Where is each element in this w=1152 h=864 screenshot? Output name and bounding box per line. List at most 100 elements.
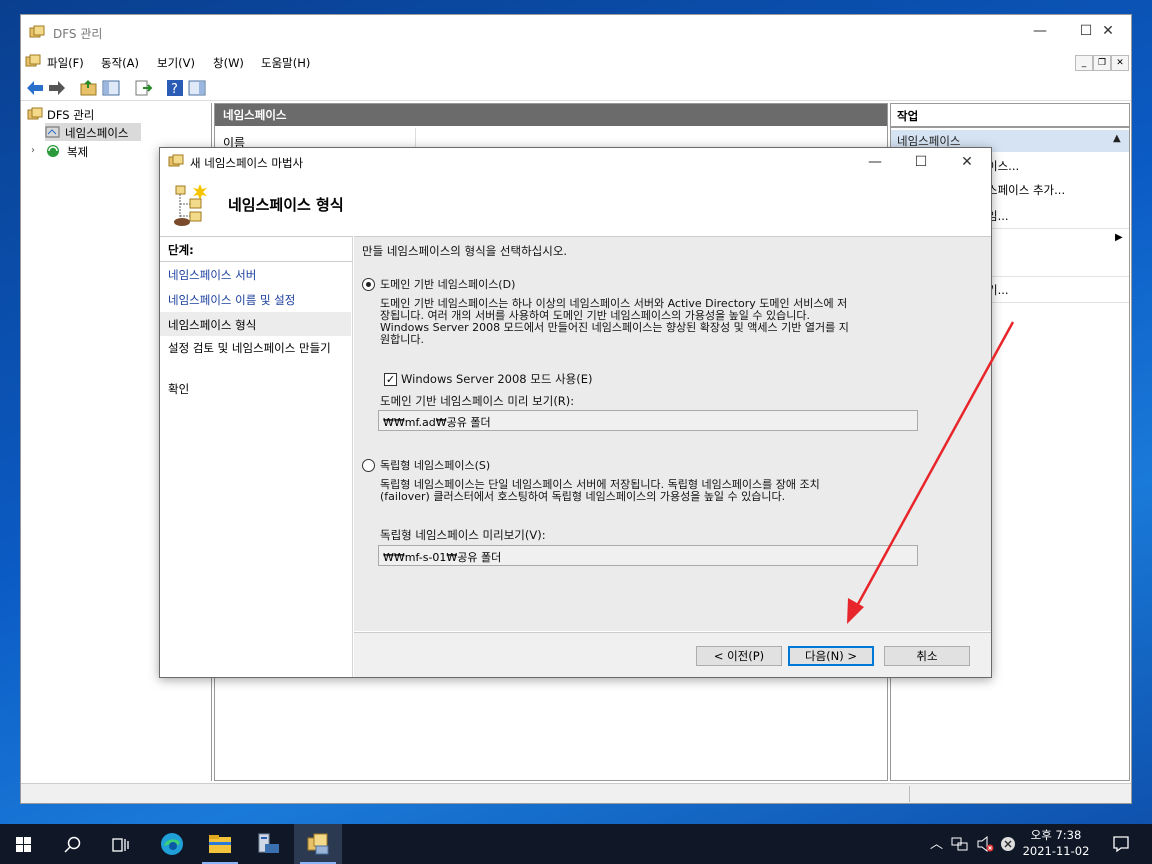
taskbar-clock[interactable]: 오후 7:38 2021-11-02: [1017, 827, 1095, 859]
wizard-minimize-button[interactable]: —: [852, 148, 898, 178]
standalone-radio[interactable]: [362, 459, 375, 472]
up-folder-icon[interactable]: [79, 78, 99, 98]
tree-label-namespaces: 네임스페이스: [65, 126, 129, 140]
mmc-menu-icon[interactable]: [25, 54, 41, 68]
actions-header: 작업: [891, 104, 1129, 128]
standalone-preview-label: 독립형 네임스페이스 미리보기(V):: [380, 528, 546, 542]
wizard-maximize-button[interactable]: ☐: [898, 148, 944, 178]
taskbar: ︿ 오후 7:38 2021-11-02: [0, 824, 1152, 864]
file-explorer-icon: [209, 835, 231, 853]
edge-icon: [161, 833, 183, 855]
mmc-toolbar: ?: [21, 75, 1131, 101]
instruction-text: 만들 네임스페이스의 형식을 선택하십시오.: [362, 244, 568, 258]
tree-node-namespaces[interactable]: 네임스페이스: [45, 123, 141, 141]
menu-help[interactable]: 도움말(H): [261, 55, 310, 71]
mmc-title-text: DFS 관리: [53, 27, 103, 41]
action-center-icon[interactable]: [1112, 835, 1130, 853]
help-icon[interactable]: ?: [165, 78, 185, 98]
server-manager-icon: [258, 833, 279, 853]
standalone-preview-field[interactable]: ₩₩mf-s-01₩공유 폴더: [378, 545, 918, 566]
dfs-management-taskbar-button[interactable]: [294, 824, 342, 864]
domain-based-radio[interactable]: [362, 278, 375, 291]
submenu-arrow-icon[interactable]: ▶: [1115, 232, 1123, 243]
domain-description-line-1: 도메인 기반 네임스페이스는 하나 이상의 네임스페이스 서버와 Active …: [380, 297, 848, 310]
dfs-management-icon: [307, 833, 329, 855]
standalone-description-line-1: 독립형 네임스페이스는 단일 네임스페이스 서버에 저장됩니다. 독립형 네임스…: [380, 478, 820, 491]
wizard-app-icon: [168, 154, 184, 167]
next-button[interactable]: 다음(N) >: [788, 646, 874, 666]
clock-time: 오후 7:38: [1030, 828, 1082, 842]
new-namespace-wizard: 새 네임스페이스 마법사 — ☐ ✕ 네임스페이스 형식 단계: 네임스페이스 …: [159, 147, 992, 678]
notification-error-icon[interactable]: [1000, 836, 1016, 852]
cancel-button[interactable]: 취소: [884, 646, 970, 666]
wizard-close-button[interactable]: ✕: [944, 148, 990, 178]
dfs-root-icon: [27, 107, 43, 120]
clock-date: 2021-11-02: [1022, 844, 1090, 858]
search-icon: [64, 836, 81, 853]
tree-node-dfs-root[interactable]: DFS 관리: [47, 107, 94, 123]
results-header: 네임스페이스: [215, 104, 887, 126]
wizard-page-heading: 네임스페이스 형식: [228, 196, 344, 214]
step-namespace-server[interactable]: 네임스페이스 서버: [168, 267, 256, 283]
show-hide-tree-icon[interactable]: [101, 78, 121, 98]
tree-node-replication[interactable]: 복제: [67, 144, 88, 160]
mdi-minimize-button[interactable]: _: [1075, 55, 1093, 71]
minimize-button[interactable]: —: [1017, 17, 1063, 47]
wizard-header: 네임스페이스 형식: [160, 176, 991, 236]
collapse-up-icon[interactable]: ▲: [1113, 133, 1121, 144]
task-view-button[interactable]: [96, 824, 144, 864]
back-arrow-icon[interactable]: [25, 78, 45, 98]
wizard-footer: < 이전(P) 다음(N) > 취소: [354, 632, 991, 677]
show-action-pane-icon[interactable]: [187, 78, 207, 98]
windows-start-icon: [16, 837, 31, 852]
mmc-title-bar[interactable]: DFS 관리 — ☐ ✕: [21, 15, 1131, 49]
wizard-body: 만들 네임스페이스의 형식을 선택하십시오. 도메인 기반 네임스페이스(D) …: [354, 236, 991, 631]
start-button[interactable]: [0, 824, 48, 864]
domain-based-label[interactable]: 도메인 기반 네임스페이스(D): [380, 279, 515, 291]
search-button[interactable]: [48, 824, 96, 864]
ws2008-mode-label[interactable]: Windows Server 2008 모드 사용(E): [401, 373, 593, 386]
close-button[interactable]: ✕: [1085, 17, 1131, 47]
network-icon[interactable]: [951, 836, 969, 852]
svg-text:?: ?: [171, 82, 178, 97]
step-namespace-type-current: 네임스페이스 형식: [160, 312, 351, 336]
action-item-add-namespace[interactable]: 스페이스 추가...: [987, 182, 1065, 198]
domain-description-line-2: 장됩니다. 여러 개의 서버를 사용하여 도메인 기반 네임스페이스의 가용성을…: [380, 309, 811, 322]
expand-chevron-icon[interactable]: ›: [31, 145, 35, 156]
mdi-close-button[interactable]: ✕: [1111, 55, 1129, 71]
dfs-app-icon: [29, 25, 45, 38]
mmc-menu-bar: 파일(F) 동작(A) 보기(V) 창(W) 도움말(H): [21, 51, 1131, 73]
wizard-title-bar[interactable]: 새 네임스페이스 마법사 — ☐ ✕: [160, 148, 991, 176]
forward-arrow-icon[interactable]: [47, 78, 67, 98]
mdi-restore-button[interactable]: ❐: [1093, 55, 1111, 71]
step-confirmation: 확인: [168, 382, 190, 396]
edge-button[interactable]: [148, 824, 196, 864]
menu-view[interactable]: 보기(V): [157, 55, 195, 71]
ws2008-mode-checkbox[interactable]: ✓: [384, 373, 397, 386]
tray-overflow-chevron-icon[interactable]: ︿: [930, 833, 943, 852]
replication-icon: [47, 145, 59, 157]
menu-action[interactable]: 동작(A): [101, 55, 139, 71]
standalone-description-line-2: (failover) 클러스터에서 호스팅하여 독립형 네임스페이스의 가용성을…: [380, 490, 786, 503]
menu-file[interactable]: 파일(F): [47, 55, 84, 71]
back-button[interactable]: < 이전(P): [696, 646, 782, 666]
standalone-label[interactable]: 독립형 네임스페이스(S): [380, 460, 490, 472]
steps-header: 단계:: [168, 243, 194, 257]
task-view-icon: [112, 838, 129, 852]
domain-preview-label: 도메인 기반 네임스페이스 미리 보기(R):: [380, 394, 575, 408]
step-namespace-name[interactable]: 네임스페이스 이름 및 설정: [168, 292, 295, 308]
domain-preview-field[interactable]: ₩₩mf.ad₩공유 폴더: [378, 410, 918, 431]
wizard-steps-panel: 단계: 네임스페이스 서버 네임스페이스 이름 및 설정 네임스페이스 형식 설…: [160, 236, 353, 677]
status-bar: [21, 783, 1131, 803]
domain-description-line-4: 원합니다.: [380, 333, 424, 346]
export-list-icon[interactable]: [133, 78, 153, 98]
namespace-icon: [45, 126, 60, 138]
file-explorer-button[interactable]: [196, 824, 244, 864]
namespace-wizard-icon: [174, 184, 207, 226]
server-manager-button[interactable]: [244, 824, 292, 864]
menu-window[interactable]: 창(W): [213, 55, 244, 71]
step-review-settings: 설정 검토 및 네임스페이스 만들기: [168, 341, 331, 355]
wizard-title-text: 새 네임스페이스 마법사: [190, 156, 304, 170]
volume-muted-icon[interactable]: [977, 836, 995, 852]
actions-section-label: 네임스페이스: [897, 134, 961, 148]
